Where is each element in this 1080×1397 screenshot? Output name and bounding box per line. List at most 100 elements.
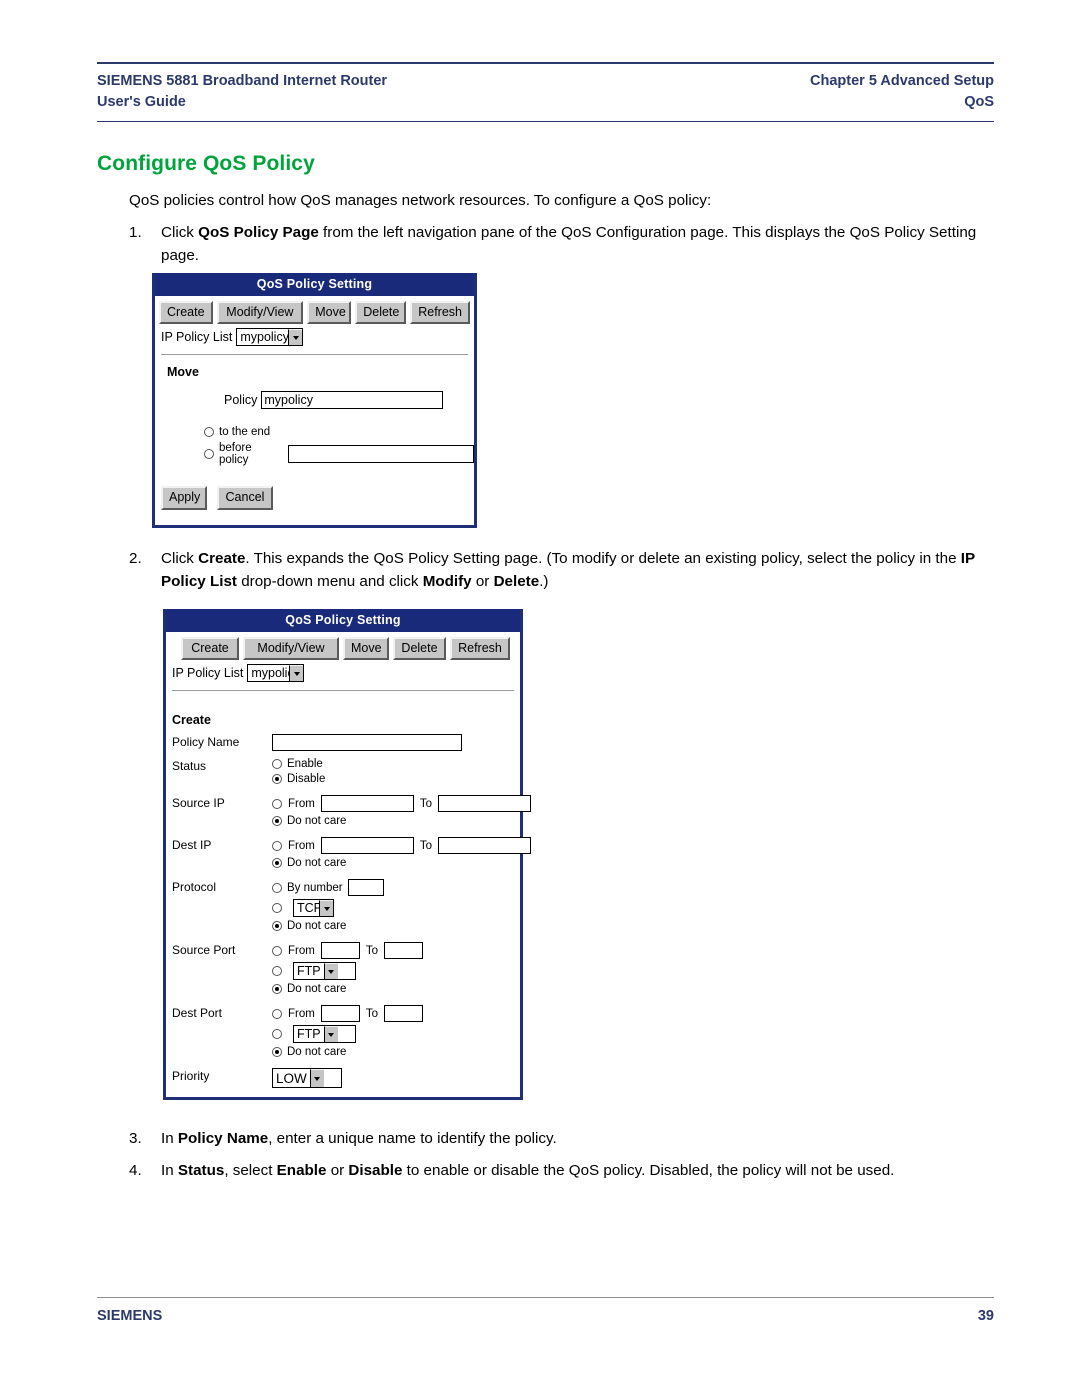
shot2-priority-select[interactable]: LOW bbox=[272, 1068, 342, 1089]
radio-icon[interactable] bbox=[272, 1029, 282, 1040]
step-3-text: In Policy Name, enter a unique name to i… bbox=[161, 1130, 557, 1147]
shot1-option-before-policy[interactable]: before policy bbox=[204, 442, 474, 466]
shot2-modify-view-button[interactable]: Modify/View bbox=[243, 637, 339, 661]
shot2-protocol-select[interactable]: TCP bbox=[293, 899, 334, 918]
shot2-source-ip-range-option[interactable]: From To bbox=[272, 795, 531, 813]
shot2-protocol-by-number-option[interactable]: By number bbox=[272, 879, 520, 897]
chevron-down-icon[interactable] bbox=[288, 329, 303, 346]
shot2-move-button[interactable]: Move bbox=[343, 637, 389, 661]
shot2-source-port-select-value: FTP bbox=[297, 964, 321, 979]
radio-icon[interactable] bbox=[272, 966, 282, 977]
shot1-ip-policy-list-value: mypolicy bbox=[240, 330, 289, 345]
radio-icon[interactable] bbox=[272, 945, 282, 956]
radio-icon[interactable] bbox=[272, 840, 282, 851]
shot1-policy-row: Policy mypolicy bbox=[155, 379, 474, 410]
shot2-source-port-dont-care-option[interactable]: Do not care bbox=[272, 983, 520, 995]
shot2-dest-port-label: Dest Port bbox=[172, 1006, 223, 1021]
shot1-policy-input[interactable]: mypolicy bbox=[261, 391, 444, 410]
shot2-protocol-select-option[interactable]: TCP bbox=[272, 899, 520, 918]
shot2-source-ip-from-input[interactable] bbox=[320, 795, 414, 813]
shot2-source-port-range-option[interactable]: From To bbox=[272, 942, 520, 960]
shot2-dest-port-select[interactable]: FTP bbox=[293, 1025, 356, 1044]
shot2-dest-ip-range-option[interactable]: From To bbox=[272, 837, 531, 855]
shot2-source-port-dont-care-label: Do not care bbox=[287, 983, 347, 996]
shot2-delete-button[interactable]: Delete bbox=[393, 637, 446, 661]
header-chapter: Chapter 5 Advanced Setup bbox=[810, 73, 994, 89]
radio-icon[interactable] bbox=[204, 427, 214, 438]
chevron-down-icon[interactable] bbox=[323, 963, 338, 980]
chevron-down-icon[interactable] bbox=[319, 900, 333, 917]
shot1-apply-button[interactable]: Apply bbox=[161, 486, 207, 510]
radio-icon-selected[interactable] bbox=[272, 984, 282, 995]
shot2-dest-ip-to-input[interactable] bbox=[438, 837, 531, 855]
shot2-protocol-dont-care-option[interactable]: Do not care bbox=[272, 920, 520, 932]
shot1-move-button[interactable]: Move bbox=[307, 301, 352, 325]
radio-icon-selected[interactable] bbox=[272, 816, 282, 827]
shot2-ip-policy-list-select[interactable]: mypolic bbox=[247, 664, 305, 683]
shot1-ip-policy-list-label: IP Policy List bbox=[161, 330, 233, 345]
step-1: 1. Click QoS Policy Page from the left n… bbox=[129, 221, 994, 267]
radio-icon[interactable] bbox=[272, 1008, 282, 1019]
chevron-down-icon[interactable] bbox=[309, 1069, 324, 1088]
shot2-dest-ip-from-input[interactable] bbox=[320, 837, 414, 855]
chevron-down-icon[interactable] bbox=[323, 1026, 338, 1043]
shot2-dest-port-dont-care-option[interactable]: Do not care bbox=[272, 1046, 520, 1058]
shot2-status-row: Status Enable Disable bbox=[166, 758, 520, 788]
shot2-policy-name-row: Policy Name bbox=[166, 734, 520, 752]
header-right: Chapter 5 Advanced Setup QoS bbox=[810, 71, 994, 113]
shot2-dest-ip-dont-care-label: Do not care bbox=[287, 857, 347, 870]
shot1-modify-view-button[interactable]: Modify/View bbox=[216, 301, 304, 325]
shot1-before-policy-input[interactable] bbox=[287, 445, 474, 464]
shot2-status-disable-label: Disable bbox=[287, 773, 326, 786]
shot1-to-the-end-label: to the end bbox=[219, 426, 271, 439]
shot2-refresh-button[interactable]: Refresh bbox=[450, 637, 510, 661]
shot2-source-port-select[interactable]: FTP bbox=[293, 962, 356, 981]
radio-icon-selected[interactable] bbox=[272, 858, 282, 869]
shot2-protocol-dont-care-label: Do not care bbox=[287, 920, 347, 933]
shot2-status-disable-option[interactable]: Disable bbox=[272, 773, 520, 785]
radio-icon-selected[interactable] bbox=[272, 921, 282, 932]
radio-icon-selected[interactable] bbox=[272, 1047, 282, 1058]
shot2-dest-port-from-input[interactable] bbox=[320, 1005, 360, 1023]
radio-icon[interactable] bbox=[272, 798, 282, 809]
page-footer: SIEMENS 39 bbox=[97, 1297, 994, 1324]
shot2-dest-port-range-option[interactable]: From To bbox=[272, 1005, 520, 1023]
shot2-source-port-service-option[interactable]: FTP bbox=[272, 962, 520, 981]
radio-icon[interactable] bbox=[204, 449, 214, 460]
shot2-create-button[interactable]: Create bbox=[181, 637, 239, 661]
shot1-window-title: QoS Policy Setting bbox=[155, 273, 474, 296]
shot2-source-port-from-input[interactable] bbox=[320, 942, 360, 960]
shot2-policy-name-input[interactable] bbox=[272, 734, 462, 752]
shot2-dest-ip-dont-care-option[interactable]: Do not care bbox=[272, 857, 531, 869]
shot2-dest-port-service-option[interactable]: FTP bbox=[272, 1025, 520, 1044]
shot2-protocol-by-number-label: By number bbox=[287, 881, 343, 894]
shot2-dest-port-to-input[interactable] bbox=[384, 1005, 423, 1023]
radio-icon[interactable] bbox=[272, 903, 282, 914]
header-rule-bottom bbox=[97, 121, 994, 123]
chevron-down-icon[interactable] bbox=[289, 665, 304, 682]
shot2-source-port-to-input[interactable] bbox=[384, 942, 423, 960]
shot2-protocol-row: Protocol By number TCP Do not care bbox=[166, 879, 520, 935]
radio-icon-selected[interactable] bbox=[272, 774, 282, 785]
radio-icon[interactable] bbox=[272, 759, 282, 770]
radio-icon[interactable] bbox=[272, 882, 282, 893]
qos-policy-setting-move-screenshot: QoS Policy Setting Create Modify/View Mo… bbox=[152, 273, 477, 528]
step-1-text: Click QoS Policy Page from the left navi… bbox=[161, 224, 977, 265]
shot2-source-ip-to-input[interactable] bbox=[438, 795, 531, 813]
shot2-protocol-number-input[interactable] bbox=[347, 879, 384, 897]
shot1-option-to-the-end[interactable]: to the end bbox=[204, 426, 474, 438]
step-2: 2. Click Create. This expands the QoS Po… bbox=[129, 547, 1001, 593]
shot2-dest-port-from-label: From bbox=[288, 1007, 315, 1020]
shot2-source-port-label: Source Port bbox=[172, 943, 236, 958]
shot2-status-enable-option[interactable]: Enable bbox=[272, 758, 520, 770]
shot1-ip-policy-list-select[interactable]: mypolicy bbox=[236, 328, 304, 347]
shot1-cancel-button[interactable]: Cancel bbox=[217, 486, 273, 510]
shot2-dest-port-to-label: To bbox=[365, 1007, 378, 1020]
shot1-delete-button[interactable]: Delete bbox=[355, 301, 407, 325]
shot1-create-button[interactable]: Create bbox=[159, 301, 213, 325]
step-1-number: 1. bbox=[129, 224, 142, 241]
shot1-refresh-button[interactable]: Refresh bbox=[410, 301, 470, 325]
header-product-title: SIEMENS 5881 Broadband Internet Router bbox=[97, 73, 388, 89]
shot2-source-ip-dont-care-option[interactable]: Do not care bbox=[272, 815, 531, 827]
shot2-protocol-label: Protocol bbox=[172, 880, 217, 895]
